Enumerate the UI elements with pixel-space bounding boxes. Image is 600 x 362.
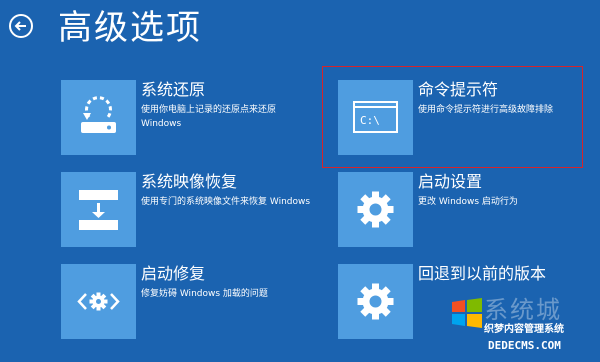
option-title: 回退到以前的版本 <box>418 264 547 283</box>
watermark-url: DEDECMS.COM <box>488 339 561 352</box>
option-description: 使用你电脑上记录的还原点来还原 Windows <box>141 105 277 129</box>
option-startup-repair[interactable]: 启动修复 修复妨碍 Windows 加载的问题 <box>61 264 311 339</box>
system-image-icon <box>61 172 136 247</box>
option-title: 系统还原 <box>141 80 206 99</box>
watermark-text: 系统城 <box>484 296 562 324</box>
watermark-subtitle: 织梦内容管理系统 <box>484 324 564 335</box>
page-title: 高级选项 <box>58 8 202 48</box>
option-title: 启动修复 <box>141 264 206 283</box>
back-button[interactable] <box>9 14 33 38</box>
option-title: 系统映像恢复 <box>141 172 238 191</box>
option-system-image-recovery[interactable]: 系统映像恢复 使用专门的系统映像文件来恢复 Windows <box>61 172 311 247</box>
system-restore-icon <box>61 80 136 155</box>
watermark: 系统城 织梦内容管理系统 DEDECMS.COM <box>448 292 598 360</box>
gear-icon <box>338 172 413 247</box>
option-startup-settings[interactable]: 启动设置 更改 Windows 启动行为 <box>338 172 588 247</box>
windows-logo-icon <box>452 298 482 328</box>
option-system-restore[interactable]: 系统还原 使用你电脑上记录的还原点来还原 Windows <box>61 80 311 155</box>
option-description: 使用专门的系统映像文件来恢复 Windows <box>141 197 311 207</box>
option-description: 修复妨碍 Windows 加载的问题 <box>141 289 268 299</box>
gear-icon <box>338 264 413 339</box>
arrow-left-icon <box>14 21 26 31</box>
option-title: 启动设置 <box>418 172 483 191</box>
startup-repair-icon <box>61 264 136 339</box>
option-description: 更改 Windows 启动行为 <box>418 197 518 207</box>
highlight-box <box>322 66 583 168</box>
